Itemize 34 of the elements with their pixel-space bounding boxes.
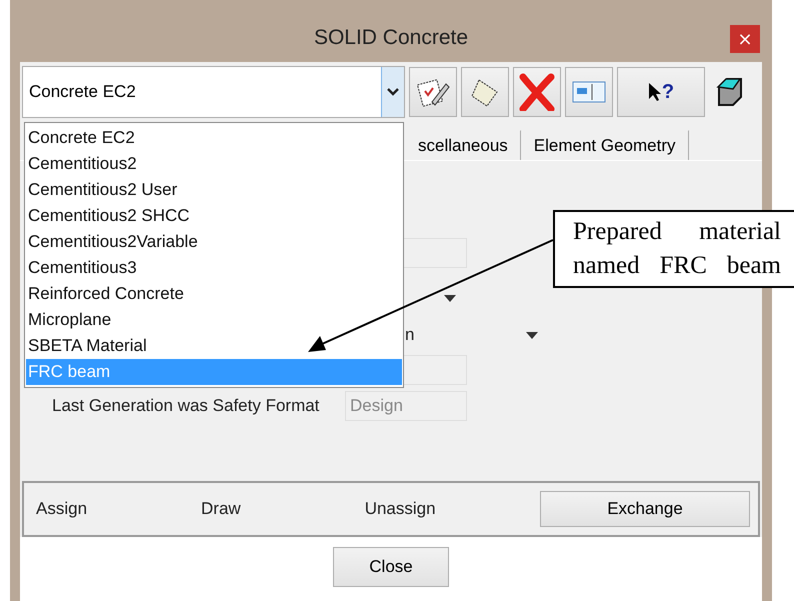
caret-icon[interactable] bbox=[444, 294, 456, 302]
dropdown-item[interactable]: Cementitious2 SHCC bbox=[26, 203, 402, 229]
combo-value: n bbox=[405, 325, 414, 345]
tab[interactable]: Element Geometry bbox=[520, 130, 689, 160]
combo-value: Concrete EC2 bbox=[28, 82, 137, 102]
action-link[interactable]: Assign bbox=[36, 499, 88, 519]
window-title: SOLID Concrete bbox=[314, 26, 468, 50]
dropdown-item[interactable]: Cementitious2Variable bbox=[26, 229, 402, 255]
dropdown-item[interactable]: SBETA Material bbox=[26, 333, 402, 359]
pointer-icon bbox=[648, 82, 662, 102]
help-button[interactable]: ? bbox=[617, 67, 705, 117]
callout-box: Prepared material named FRC beam bbox=[553, 210, 794, 288]
caret-icon[interactable] bbox=[526, 332, 538, 338]
window-panel-icon bbox=[572, 81, 606, 103]
action-link[interactable]: Draw bbox=[201, 499, 241, 519]
material-combo[interactable]: Concrete EC2 bbox=[22, 66, 405, 118]
delete-icon bbox=[517, 73, 557, 111]
panel-button[interactable] bbox=[565, 67, 613, 117]
delete-button[interactable] bbox=[513, 67, 561, 117]
dropdown-item[interactable]: Cementitious2 bbox=[26, 151, 402, 177]
exchange-button[interactable]: Exchange bbox=[540, 491, 750, 527]
dropdown-item[interactable]: Cementitious2 User bbox=[26, 177, 402, 203]
dropdown-item[interactable]: Cementitious3 bbox=[26, 255, 402, 281]
tab[interactable]: scellaneous bbox=[405, 130, 521, 160]
dropdown-item[interactable]: Microplane bbox=[26, 307, 402, 333]
edit-button[interactable] bbox=[409, 67, 457, 117]
field-label: Last Generation was Safety Format bbox=[52, 396, 320, 416]
close-button[interactable]: × bbox=[730, 25, 760, 53]
dropdown-item[interactable]: Reinforced Concrete bbox=[26, 281, 402, 307]
dropdown-button[interactable] bbox=[381, 67, 404, 117]
chevron-icon bbox=[387, 88, 399, 96]
close-button[interactable]: Close bbox=[333, 547, 449, 587]
dropdown-item[interactable]: Concrete EC2 bbox=[26, 125, 402, 151]
action-link[interactable]: Unassign bbox=[364, 499, 436, 519]
